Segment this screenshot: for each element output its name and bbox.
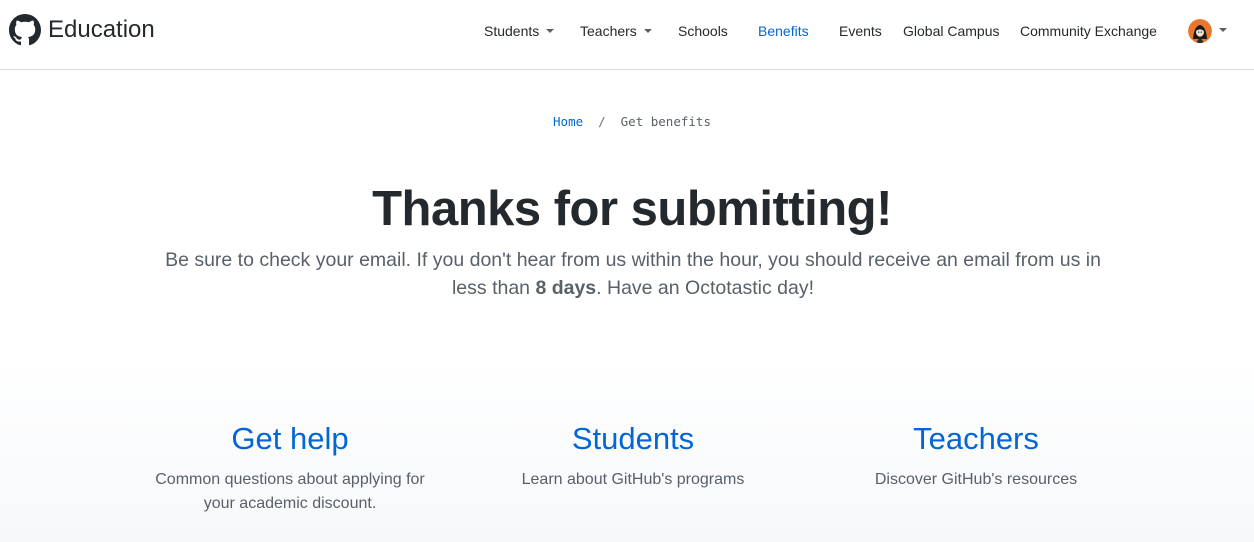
- nav-item-label: Schools: [678, 23, 728, 39]
- user-menu-button[interactable]: [1188, 18, 1227, 44]
- nav-item-label: Teachers: [580, 23, 637, 39]
- card-description: Discover GitHub's resources: [874, 471, 1078, 488]
- confirmation-message: Be sure to check your email. If you don'…: [147, 246, 1119, 302]
- card-description: Common questions about applying for your…: [155, 471, 425, 512]
- page-title: Thanks for submitting!: [372, 182, 892, 236]
- card-students: Students Learn about GitHub's programs: [490, 417, 776, 492]
- nav-item-label: Students: [484, 23, 540, 39]
- card-title-link[interactable]: Get help: [147, 417, 433, 461]
- caret-down-icon: [546, 29, 555, 34]
- nav-item-benefits[interactable]: Benefits: [758, 22, 809, 40]
- breadcrumb: Home / Get benefits: [0, 114, 1254, 129]
- user-avatar-icon: [1188, 19, 1212, 43]
- card-description: Learn about GitHub's programs: [521, 471, 745, 488]
- top-navigation-bar: Education Students Teachers Schools Bene…: [0, 0, 1254, 70]
- card-title-link[interactable]: Teachers: [833, 417, 1119, 461]
- nav-item-label: Community Exchange: [1020, 23, 1157, 39]
- card-title-link[interactable]: Students: [490, 417, 776, 461]
- card-get-help: Get help Common questions about applying…: [147, 417, 433, 516]
- nav-item-events[interactable]: Events: [839, 22, 882, 40]
- nav-item-teachers[interactable]: Teachers: [580, 22, 652, 40]
- nav-item-global-campus[interactable]: Global Campus: [903, 22, 1000, 40]
- nav-item-label: Global Campus: [903, 23, 1000, 39]
- caret-down-icon: [1219, 28, 1227, 32]
- nav-item-label: Events: [839, 23, 882, 39]
- nav-item-label: Benefits: [758, 23, 809, 39]
- nav-item-students[interactable]: Students: [484, 22, 555, 40]
- nav-item-schools[interactable]: Schools: [678, 22, 728, 40]
- breadcrumb-separator: /: [598, 114, 606, 129]
- nav-item-community-exchange[interactable]: Community Exchange: [1020, 22, 1157, 40]
- breadcrumb-current: Get benefits: [620, 114, 711, 129]
- confirmation-highlight: 8 days: [535, 277, 597, 299]
- breadcrumb-home-link[interactable]: Home: [553, 114, 583, 129]
- caret-down-icon: [643, 29, 652, 34]
- main-nav: Students Teachers Schools Benefits Event…: [0, 0, 1254, 70]
- card-teachers: Teachers Discover GitHub's resources: [833, 417, 1119, 492]
- confirmation-text-end: . Have an Octotastic day!: [596, 277, 815, 299]
